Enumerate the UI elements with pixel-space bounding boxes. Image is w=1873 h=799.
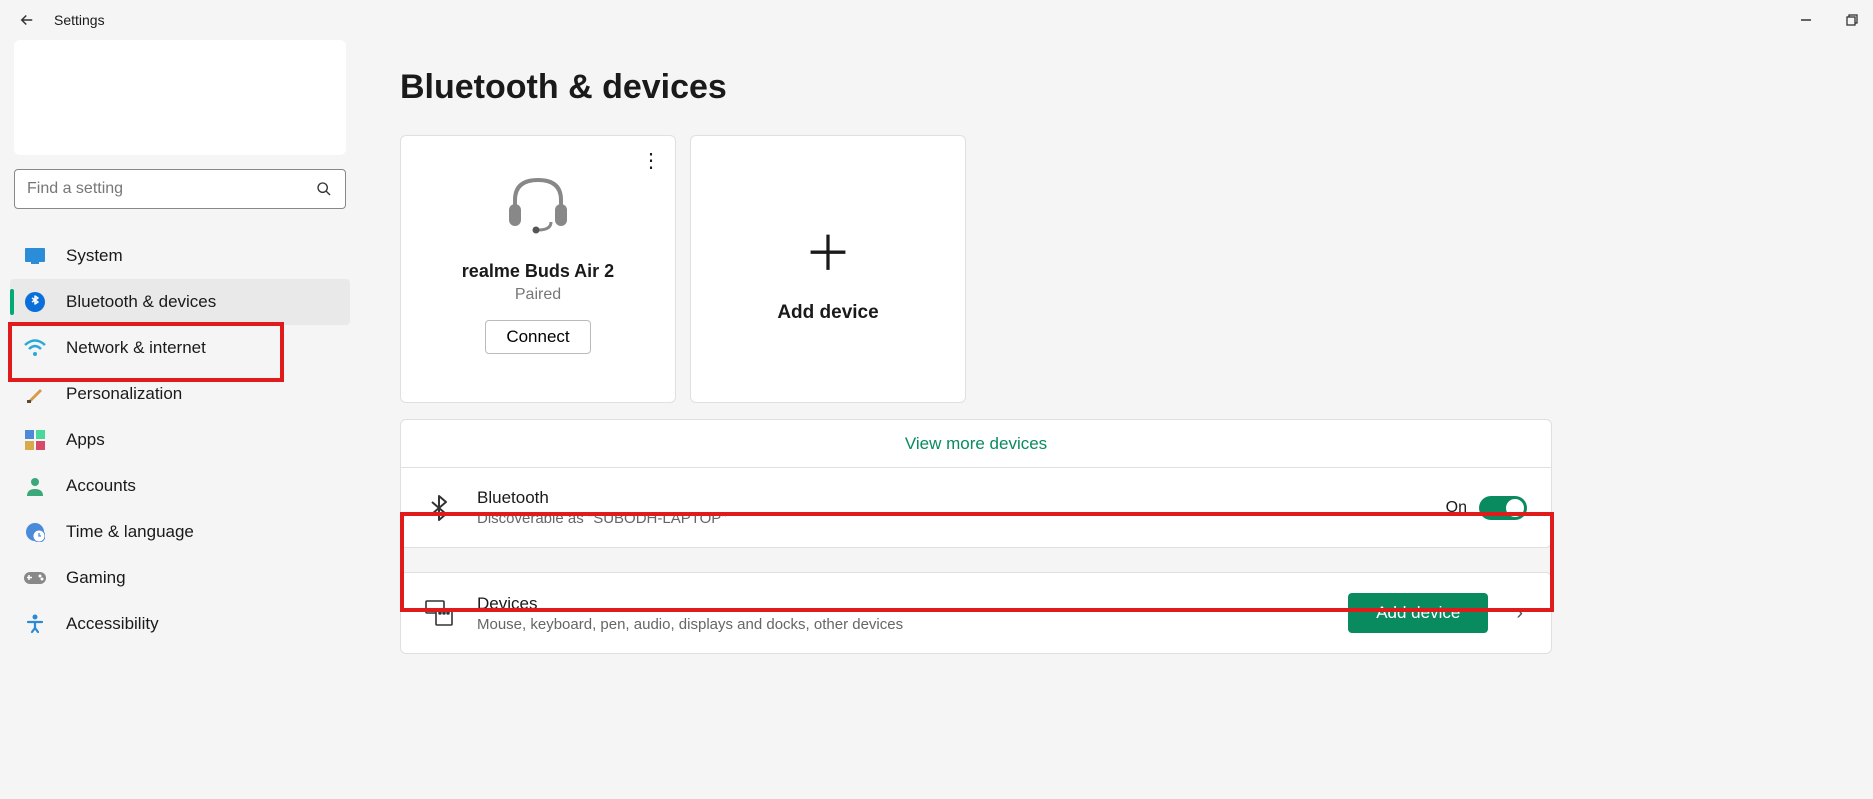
back-button[interactable] [18,11,36,29]
sidebar-item-gaming[interactable]: Gaming [10,555,350,601]
bluetooth-toggle[interactable] [1479,496,1527,520]
toggle-knob [1506,499,1524,517]
brush-icon [24,383,46,405]
devices-icon [425,599,453,627]
device-name: realme Buds Air 2 [462,261,614,282]
sidebar-item-bluetooth[interactable]: Bluetooth & devices [10,279,350,325]
sidebar-item-network[interactable]: Network & internet [10,325,350,371]
system-icon [24,245,46,267]
person-icon [24,475,46,497]
maximize-button[interactable] [1843,11,1861,29]
titlebar: Settings [0,0,1873,40]
sidebar-item-system[interactable]: System [10,233,350,279]
headset-icon [503,172,573,241]
device-status: Paired [515,286,561,304]
bluetooth-glyph-icon [425,494,453,522]
plus-icon: ＋ [804,214,852,284]
more-options-button[interactable]: ⋮ [641,148,661,173]
globe-clock-icon [24,521,46,543]
sidebar-item-label: System [66,246,123,266]
sidebar-item-label: Gaming [66,568,126,588]
sidebar-item-accessibility[interactable]: Accessibility [10,601,350,647]
sidebar-item-label: Network & internet [66,338,206,358]
bluetooth-icon [24,291,46,313]
device-card: ⋮ realme Buds Air 2 Paired Connect [400,135,676,403]
sidebar-item-label: Apps [66,430,105,450]
sidebar-item-time[interactable]: Time & language [10,509,350,555]
add-device-button[interactable]: Add device [1348,593,1488,633]
search-icon [316,181,332,197]
bluetooth-row-title: Bluetooth [477,488,1422,508]
bluetooth-row-subtitle: Discoverable as "SUBODH-LAPTOP" [477,510,1422,527]
gamepad-icon [24,567,46,589]
sidebar-item-label: Accounts [66,476,136,496]
chevron-right-icon[interactable]: › [1512,602,1527,625]
bluetooth-toggle-state: On [1446,499,1467,517]
accessibility-icon [24,613,46,635]
bluetooth-setting-row: Bluetooth Discoverable as "SUBODH-LAPTOP… [400,467,1552,548]
devices-setting-row[interactable]: Devices Mouse, keyboard, pen, audio, dis… [400,572,1552,654]
view-more-devices-link[interactable]: View more devices [400,419,1552,467]
sidebar-item-label: Accessibility [66,614,159,634]
devices-row-subtitle: Mouse, keyboard, pen, audio, displays an… [477,616,1324,633]
profile-card [14,40,346,155]
connect-button[interactable]: Connect [485,320,590,354]
wifi-icon [24,337,46,359]
window-title: Settings [54,12,105,28]
devices-row-title: Devices [477,594,1324,614]
add-device-label: Add device [777,302,878,324]
sidebar-item-accounts[interactable]: Accounts [10,463,350,509]
sidebar-item-label: Bluetooth & devices [66,292,216,312]
sidebar-item-label: Time & language [66,522,194,542]
sidebar-item-apps[interactable]: Apps [10,417,350,463]
main-content: Bluetooth & devices ⋮ realme Buds Air 2 … [360,40,1873,799]
apps-icon [24,429,46,451]
sidebar: System Bluetooth & devices Network & int… [0,40,360,799]
add-device-card[interactable]: ＋ Add device [690,135,966,403]
minimize-button[interactable] [1797,11,1815,29]
page-title: Bluetooth & devices [400,68,1837,107]
sidebar-item-personalization[interactable]: Personalization [10,371,350,417]
sidebar-item-label: Personalization [66,384,182,404]
search-input[interactable] [14,169,346,209]
